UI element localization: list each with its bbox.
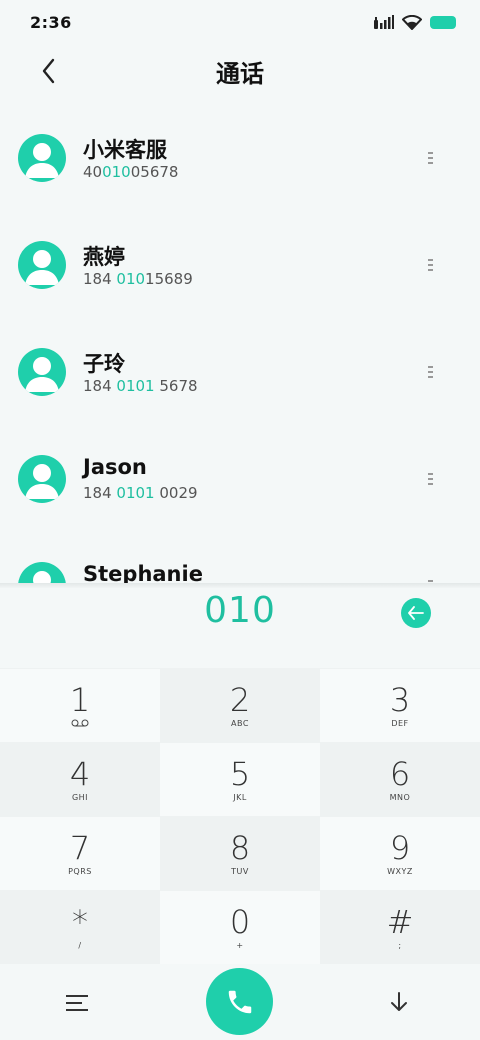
key-sub: ; [398, 940, 402, 950]
key-digit: 7 [69, 828, 91, 867]
key-digit: * [72, 902, 88, 941]
more-vertical-icon [427, 580, 433, 582]
person-icon [25, 250, 59, 285]
more-button[interactable] [420, 362, 440, 382]
key-star[interactable]: * / [0, 890, 160, 964]
bottom-bar [0, 964, 480, 1040]
contact-row[interactable]: Jason 184 0101 0029 [0, 419, 480, 526]
page-title: 通话 [216, 60, 264, 88]
key-digit: 2 [229, 680, 251, 719]
contact-row[interactable]: 子玲 184 0101 5678 [0, 312, 480, 419]
more-vertical-icon [427, 152, 433, 154]
key-sub: JKL [233, 792, 247, 802]
contact-row[interactable]: 燕婷 184 01015689 [0, 205, 480, 312]
key-sub: / [78, 940, 82, 950]
key-sub: GHI [71, 792, 89, 802]
wifi-icon [402, 14, 422, 30]
dial-input-area: 010 [0, 588, 480, 668]
key-digit: 4 [69, 754, 91, 793]
key-1[interactable]: 1 [0, 668, 160, 742]
header: 通话 [0, 44, 480, 96]
menu-icon [66, 995, 88, 997]
call-button[interactable] [206, 968, 273, 1035]
contact-list[interactable]: 小米客服 4001005678 燕婷 184 01015689 子玲 184 0… [0, 98, 480, 584]
more-vertical-icon [427, 366, 433, 368]
key-2[interactable]: 2 ABC [160, 668, 320, 742]
key-sub: WXYZ [387, 866, 413, 876]
key-digit: 3 [389, 680, 411, 719]
backspace-button[interactable] [401, 598, 431, 628]
person-icon [33, 571, 51, 584]
contact-number: 184 0101 0029 [83, 484, 198, 502]
status-icons [374, 14, 456, 30]
key-digit: 8 [229, 828, 251, 867]
contact-row[interactable]: Stephanie [0, 526, 480, 584]
key-digit: # [386, 902, 414, 941]
avatar [18, 241, 66, 289]
key-7[interactable]: 7 PQRS [0, 816, 160, 890]
status-bar: 2:36 [0, 0, 480, 44]
key-sub: TUV [231, 866, 249, 876]
person-icon [25, 357, 59, 392]
key-5[interactable]: 5 JKL [160, 742, 320, 816]
contact-name: Jason [83, 455, 147, 479]
avatar [18, 562, 66, 584]
signal-icon [374, 15, 394, 29]
key-3[interactable]: 3 DEF [320, 668, 480, 742]
more-button[interactable] [420, 148, 440, 168]
person-icon [25, 464, 59, 499]
key-sub: ABC [231, 718, 249, 728]
key-digit: 5 [229, 754, 251, 793]
key-sub: + [236, 940, 244, 950]
key-digit: 0 [229, 902, 251, 941]
key-sub: MNO [389, 792, 411, 802]
backspace-icon [408, 606, 424, 620]
contact-number: 184 0101 5678 [83, 377, 198, 395]
key-9[interactable]: 9 WXYZ [320, 816, 480, 890]
contact-name: Stephanie [83, 562, 203, 584]
contact-number: 184 01015689 [83, 270, 193, 288]
avatar [18, 455, 66, 503]
menu-button[interactable] [66, 990, 96, 1016]
more-vertical-icon [427, 473, 433, 475]
key-sub: DEF [391, 718, 409, 728]
phone-icon [228, 990, 251, 1013]
more-button[interactable] [420, 255, 440, 275]
key-digit: 9 [389, 828, 411, 867]
key-sub [71, 719, 89, 729]
key-sub: PQRS [68, 866, 92, 876]
contact-name: 燕婷 [83, 245, 125, 269]
avatar [18, 348, 66, 396]
avatar [18, 134, 66, 182]
contact-name: 小米客服 [83, 138, 167, 162]
battery-icon [430, 15, 456, 29]
key-digit: 6 [389, 754, 411, 793]
key-hash[interactable]: # ; [320, 890, 480, 964]
more-button[interactable] [420, 469, 440, 489]
voicemail-icon [71, 719, 89, 726]
contact-name: 子玲 [83, 352, 125, 376]
key-0[interactable]: 0 + [160, 890, 320, 964]
key-digit: 1 [69, 680, 91, 719]
contact-number: 4001005678 [83, 163, 179, 181]
collapse-keypad-button[interactable] [385, 988, 413, 1016]
arrow-down-icon [391, 992, 407, 1011]
key-8[interactable]: 8 TUV [160, 816, 320, 890]
key-4[interactable]: 4 GHI [0, 742, 160, 816]
contact-row[interactable]: 小米客服 4001005678 [0, 98, 480, 205]
more-vertical-icon [427, 259, 433, 261]
status-time: 2:36 [30, 12, 72, 32]
key-6[interactable]: 6 MNO [320, 742, 480, 816]
keypad: 1 2 ABC 3 DEF 4 GHI 5 JKL 6 MNO 7 PQRS 8… [0, 668, 480, 964]
person-icon [25, 143, 59, 178]
